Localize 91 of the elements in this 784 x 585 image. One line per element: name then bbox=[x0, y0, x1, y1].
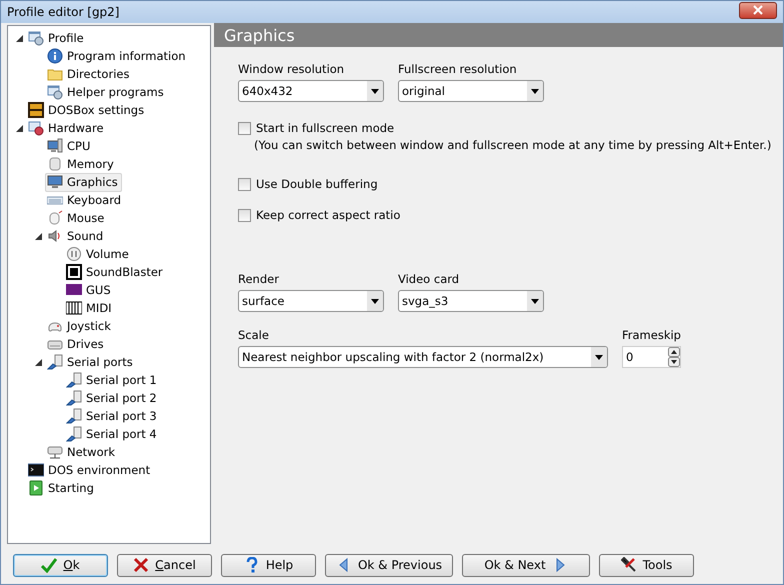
plug-icon bbox=[66, 372, 82, 388]
tree-item[interactable]: MIDI bbox=[64, 298, 116, 318]
field-label: Scale bbox=[238, 328, 270, 342]
field-label: Window resolution bbox=[238, 62, 346, 76]
terminal-icon bbox=[28, 462, 44, 478]
plug-icon bbox=[66, 390, 82, 406]
dial-icon bbox=[66, 246, 82, 262]
field-label: Render bbox=[238, 272, 280, 286]
monitor-icon bbox=[47, 174, 63, 190]
collapse-toggle-icon[interactable] bbox=[34, 232, 42, 240]
dropdown[interactable]: surface bbox=[238, 290, 384, 312]
up-arrow-icon[interactable] bbox=[668, 347, 680, 357]
button-label: Ok bbox=[63, 558, 80, 572]
square-logo-icon bbox=[66, 282, 82, 298]
tree-item[interactable]: Serial port 2 bbox=[64, 388, 161, 408]
hardware-icon bbox=[28, 120, 44, 136]
tree-item[interactable]: Memory bbox=[45, 154, 118, 174]
tree-item[interactable]: Serial port 3 bbox=[64, 406, 161, 426]
checkbox-label: Use Double buffering bbox=[256, 177, 378, 191]
tree-item[interactable]: Joystick bbox=[45, 316, 115, 336]
checkbox-label: Start in fullscreen mode bbox=[256, 121, 394, 135]
close-button[interactable] bbox=[739, 2, 777, 18]
down-arrow-icon[interactable] bbox=[668, 357, 680, 367]
dialog-button[interactable]: Ok bbox=[13, 554, 108, 576]
plug-icon bbox=[47, 354, 63, 370]
tree-item[interactable]: GUS bbox=[64, 280, 115, 300]
tree-item[interactable]: Sound bbox=[45, 226, 108, 246]
dialog-button[interactable]: Ok & Previous bbox=[325, 554, 453, 576]
tree-item[interactable]: Program information bbox=[45, 46, 190, 66]
tree-item[interactable]: Keyboard bbox=[45, 190, 126, 210]
gear-window-icon bbox=[47, 84, 63, 100]
collapse-toggle-icon[interactable] bbox=[16, 34, 22, 42]
dialog-button[interactable]: Tools bbox=[599, 554, 694, 576]
info-icon bbox=[47, 48, 63, 64]
checkbox[interactable] bbox=[238, 208, 251, 222]
computer-icon bbox=[47, 138, 63, 154]
tree-item[interactable]: Serial port 4 bbox=[64, 424, 161, 444]
tree-item[interactable]: DOSBox settings bbox=[26, 100, 148, 120]
page-title: Graphics bbox=[224, 26, 295, 44]
tree-item[interactable]: SoundBlaster bbox=[64, 262, 167, 282]
tree-item[interactable]: Network bbox=[45, 442, 120, 462]
tree-item[interactable]: Helper programs bbox=[45, 82, 168, 102]
tree-item[interactable]: DOS environment bbox=[26, 460, 154, 480]
dialog-button[interactable]: Cancel bbox=[117, 554, 212, 576]
spin-box[interactable]: 0 bbox=[622, 346, 681, 368]
dialog-button[interactable]: Help bbox=[221, 554, 316, 576]
checkbox[interactable] bbox=[238, 178, 251, 190]
dropdown[interactable]: Nearest neighbor upscaling with factor 2 (normal2x) bbox=[238, 346, 608, 368]
tools-icon bbox=[620, 557, 637, 573]
button-label: Ok & Next bbox=[484, 558, 546, 572]
checkbox-label: Keep correct aspect ratio bbox=[256, 208, 400, 222]
hint-text: (You can switch between window and fullscreen mode at any time by pressing Alt+Enter.) bbox=[254, 138, 772, 152]
button-label: Cancel bbox=[155, 558, 196, 572]
tree-item[interactable]: Drives bbox=[45, 334, 108, 354]
dropdown[interactable]: original bbox=[398, 80, 544, 102]
check-icon bbox=[41, 557, 58, 573]
mouse-icon bbox=[47, 210, 63, 226]
play-icon bbox=[28, 480, 44, 496]
box-logo-icon bbox=[28, 102, 44, 118]
tree-item[interactable]: Serial ports bbox=[45, 352, 137, 372]
tree-item[interactable]: Graphics bbox=[45, 172, 122, 192]
cross-icon bbox=[133, 557, 150, 573]
field-label: Fullscreen resolution bbox=[398, 62, 518, 76]
tree-item[interactable]: Mouse bbox=[45, 208, 108, 228]
field-label: Frameskip bbox=[622, 328, 681, 342]
collapse-toggle-icon[interactable] bbox=[16, 124, 22, 132]
plug-icon bbox=[66, 408, 82, 424]
network-icon bbox=[47, 444, 63, 460]
button-label: Ok & Previous bbox=[358, 558, 442, 572]
plug-icon bbox=[66, 426, 82, 442]
tree-item[interactable]: Profile bbox=[26, 28, 88, 48]
checkbox[interactable] bbox=[238, 122, 251, 134]
tree-item[interactable]: Directories bbox=[45, 64, 134, 84]
field-label: Video card bbox=[398, 272, 460, 286]
tree-item[interactable]: CPU bbox=[45, 136, 94, 156]
cylinder-icon bbox=[47, 156, 63, 172]
button-label: Help bbox=[266, 558, 294, 572]
tree-item[interactable]: Volume bbox=[64, 244, 133, 264]
dropdown[interactable]: svga_s3 bbox=[398, 290, 544, 312]
close-icon bbox=[753, 5, 763, 15]
button-label: Tools bbox=[642, 558, 672, 572]
gear-window-icon bbox=[28, 30, 44, 46]
window-title: Profile editor [gp2] bbox=[7, 5, 120, 19]
card-logo-icon bbox=[66, 264, 82, 280]
dropdown[interactable]: 640x432 bbox=[238, 80, 384, 102]
tree-item[interactable]: Hardware bbox=[26, 118, 108, 138]
tree-item[interactable]: Serial port 1 bbox=[64, 370, 161, 390]
collapse-toggle-icon[interactable] bbox=[34, 358, 42, 366]
tree-item[interactable]: Starting bbox=[26, 478, 98, 498]
dialog-button[interactable]: Ok & Next bbox=[462, 554, 590, 576]
midi-logo-icon bbox=[66, 300, 82, 316]
